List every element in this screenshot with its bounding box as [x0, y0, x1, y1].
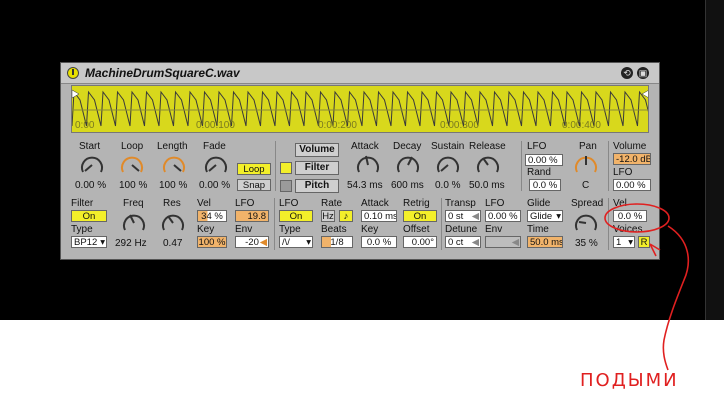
- annotation-overlay: [604, 203, 690, 371]
- arrow-head-icon: [649, 243, 661, 257]
- arrow-line-annotation: [662, 225, 690, 371]
- annotation-text: ПОДЫМИ: [580, 370, 679, 391]
- circle-annotation: [604, 203, 670, 233]
